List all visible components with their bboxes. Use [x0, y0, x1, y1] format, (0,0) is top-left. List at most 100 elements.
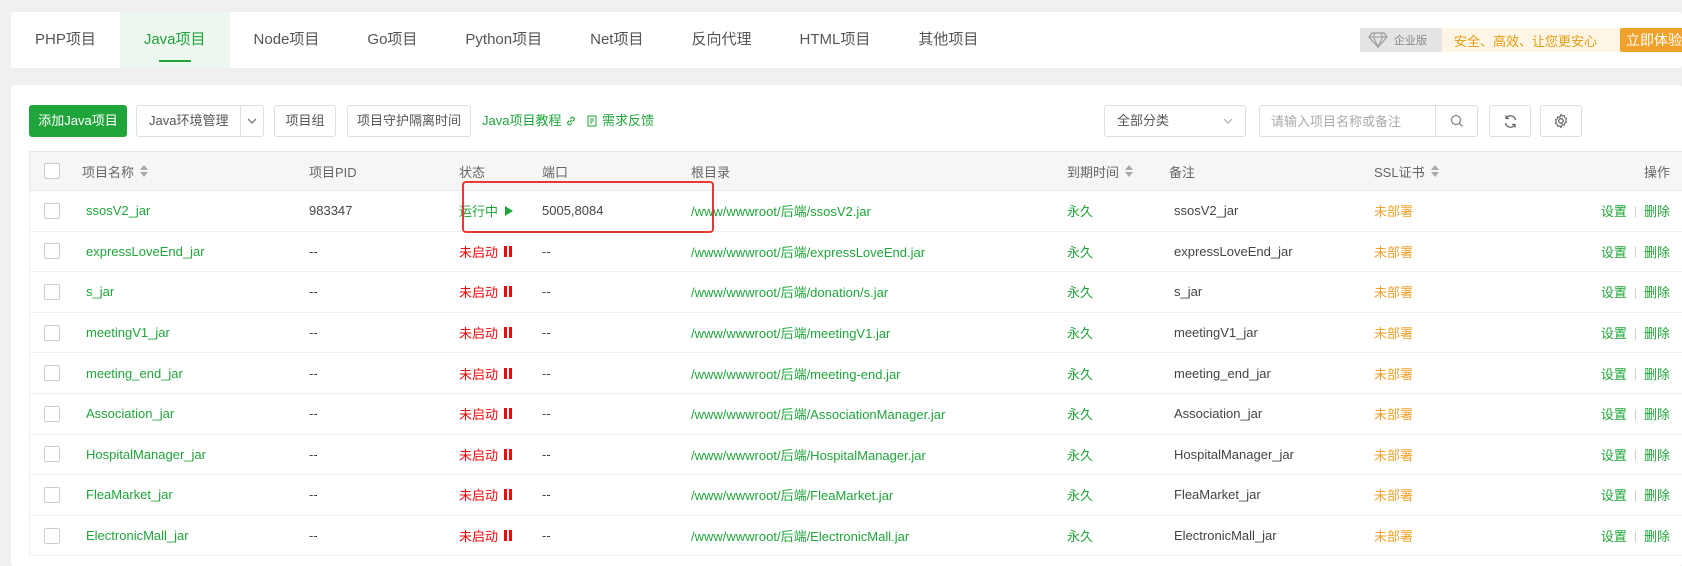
status-toggle[interactable]: 未启动 — [459, 272, 513, 312]
try-now-button[interactable]: 立即体验 — [1620, 28, 1682, 52]
tab-2[interactable]: Node项目 — [230, 12, 344, 68]
project-group-button[interactable]: 项目组 — [274, 105, 336, 137]
project-name-link[interactable]: expressLoveEnd_jar — [86, 232, 205, 272]
delete-link[interactable]: 删除 — [1644, 201, 1670, 220]
remark-field[interactable]: meeting_end_jar — [1174, 353, 1271, 393]
row-checkbox[interactable] — [44, 486, 60, 503]
ssl-status-link[interactable]: 未部署 — [1374, 232, 1413, 272]
settings-link[interactable]: 设置 — [1601, 282, 1627, 301]
project-name-link[interactable]: ElectronicMall_jar — [86, 516, 189, 556]
project-name-link[interactable]: meeting_end_jar — [86, 353, 183, 393]
project-name-link[interactable]: s_jar — [86, 272, 114, 312]
status-toggle[interactable]: 未启动 — [459, 516, 513, 556]
settings-link[interactable]: 设置 — [1601, 485, 1627, 504]
delete-link[interactable]: 删除 — [1644, 364, 1670, 383]
project-name-link[interactable]: meetingV1_jar — [86, 313, 170, 353]
settings-link[interactable]: 设置 — [1601, 323, 1627, 342]
remark-field[interactable]: FleaMarket_jar — [1174, 475, 1261, 515]
row-checkbox[interactable] — [44, 283, 60, 300]
remark-field[interactable]: ssosV2_jar — [1174, 191, 1238, 231]
row-checkbox[interactable] — [44, 324, 60, 341]
delete-link[interactable]: 删除 — [1644, 526, 1670, 545]
tab-8[interactable]: 其他项目 — [894, 12, 1002, 68]
row-checkbox[interactable] — [44, 446, 60, 463]
root-dir-link[interactable]: /www/wwwroot/后端/AssociationManager.jar — [691, 394, 945, 434]
delete-link[interactable]: 删除 — [1644, 282, 1670, 301]
ssl-status-link[interactable]: 未部署 — [1374, 353, 1413, 393]
delete-link[interactable]: 删除 — [1644, 242, 1670, 261]
guard-isolation-button[interactable]: 项目守护隔离时间 — [347, 105, 471, 137]
java-tutorial-link[interactable]: Java项目教程 — [482, 105, 577, 137]
feedback-link[interactable]: 需求反馈 — [587, 105, 654, 137]
expire-link[interactable]: 永久 — [1067, 394, 1093, 434]
refresh-button[interactable] — [1489, 105, 1531, 137]
tab-1[interactable]: Java项目 — [119, 12, 230, 68]
expire-link[interactable]: 永久 — [1067, 191, 1093, 231]
ssl-status-link[interactable]: 未部署 — [1374, 272, 1413, 312]
ssl-status-link[interactable]: 未部署 — [1374, 516, 1413, 556]
tab-4[interactable]: Python项目 — [441, 12, 566, 68]
ssl-status-link[interactable]: 未部署 — [1374, 191, 1413, 231]
tab-6[interactable]: 反向代理 — [667, 12, 775, 68]
root-dir-link[interactable]: /www/wwwroot/后端/ElectronicMall.jar — [691, 516, 909, 556]
settings-link[interactable]: 设置 — [1601, 526, 1627, 545]
expire-link[interactable]: 永久 — [1067, 435, 1093, 475]
row-checkbox[interactable] — [44, 365, 60, 382]
category-select[interactable]: 全部分类 — [1104, 105, 1246, 137]
settings-link[interactable]: 设置 — [1601, 201, 1627, 220]
java-env-dropdown[interactable]: Java环境管理 — [136, 105, 264, 137]
expire-link[interactable]: 永久 — [1067, 313, 1093, 353]
remark-field[interactable]: expressLoveEnd_jar — [1174, 232, 1293, 272]
root-dir-link[interactable]: /www/wwwroot/后端/FleaMarket.jar — [691, 475, 893, 515]
search-input[interactable] — [1260, 106, 1436, 136]
ssl-status-link[interactable]: 未部署 — [1374, 435, 1413, 475]
status-toggle[interactable]: 未启动 — [459, 435, 513, 475]
status-toggle[interactable]: 未启动 — [459, 475, 513, 515]
row-checkbox[interactable] — [44, 527, 60, 544]
project-name-link[interactable]: FleaMarket_jar — [86, 475, 173, 515]
row-checkbox[interactable] — [44, 405, 60, 422]
status-toggle[interactable]: 未启动 — [459, 232, 513, 272]
expire-link[interactable]: 永久 — [1067, 232, 1093, 272]
remark-field[interactable]: Association_jar — [1174, 394, 1262, 434]
settings-link[interactable]: 设置 — [1601, 445, 1627, 464]
row-checkbox[interactable] — [44, 202, 60, 219]
settings-button[interactable] — [1540, 105, 1582, 137]
root-dir-link[interactable]: /www/wwwroot/后端/meeting-end.jar — [691, 353, 901, 393]
col-expire[interactable]: 到期时间 — [1067, 152, 1134, 190]
expire-link[interactable]: 永久 — [1067, 475, 1093, 515]
search-button[interactable] — [1436, 106, 1477, 136]
tab-7[interactable]: HTML项目 — [775, 12, 894, 68]
expire-link[interactable]: 永久 — [1067, 272, 1093, 312]
root-dir-link[interactable]: /www/wwwroot/后端/donation/s.jar — [691, 272, 888, 312]
add-java-project-button[interactable]: 添加Java项目 — [29, 105, 127, 137]
enterprise-banner[interactable]: 企业版 安全、高效、让您更安心 — [1360, 28, 1620, 52]
delete-link[interactable]: 删除 — [1644, 404, 1670, 423]
status-toggle[interactable]: 未启动 — [459, 394, 513, 434]
expire-link[interactable]: 永久 — [1067, 516, 1093, 556]
root-dir-link[interactable]: /www/wwwroot/后端/meetingV1.jar — [691, 313, 890, 353]
remark-field[interactable]: s_jar — [1174, 272, 1202, 312]
checkbox[interactable] — [44, 163, 60, 179]
root-dir-link[interactable]: /www/wwwroot/后端/expressLoveEnd.jar — [691, 232, 925, 272]
remark-field[interactable]: ElectronicMall_jar — [1174, 516, 1277, 556]
settings-link[interactable]: 设置 — [1601, 242, 1627, 261]
sort-icon[interactable] — [140, 165, 149, 177]
tab-5[interactable]: Net项目 — [566, 12, 667, 68]
delete-link[interactable]: 删除 — [1644, 445, 1670, 464]
col-ssl[interactable]: SSL证书 — [1374, 152, 1439, 190]
tab-3[interactable]: Go项目 — [343, 12, 441, 68]
ssl-status-link[interactable]: 未部署 — [1374, 475, 1413, 515]
remark-field[interactable]: meetingV1_jar — [1174, 313, 1258, 353]
project-name-link[interactable]: ssosV2_jar — [86, 191, 150, 231]
status-toggle[interactable]: 未启动 — [459, 313, 513, 353]
status-toggle[interactable]: 运行中 — [459, 191, 514, 231]
sort-icon[interactable] — [1125, 165, 1134, 177]
select-all-checkbox[interactable] — [44, 152, 60, 190]
tab-0[interactable]: PHP项目 — [11, 12, 120, 68]
delete-link[interactable]: 删除 — [1644, 323, 1670, 342]
delete-link[interactable]: 删除 — [1644, 485, 1670, 504]
root-dir-link[interactable]: /www/wwwroot/后端/ssosV2.jar — [691, 191, 871, 231]
col-name[interactable]: 项目名称 — [82, 152, 149, 190]
ssl-status-link[interactable]: 未部署 — [1374, 394, 1413, 434]
